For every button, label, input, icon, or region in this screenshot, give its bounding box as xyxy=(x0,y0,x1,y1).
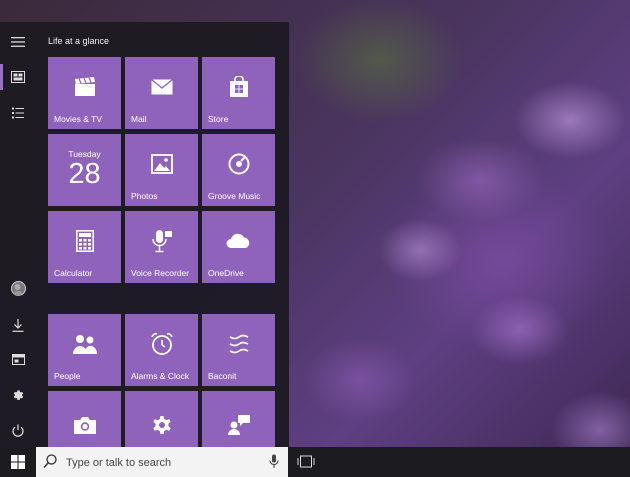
tile-label: Movies & TV xyxy=(54,114,103,124)
downloads-icon[interactable] xyxy=(0,308,36,342)
tile-label: Groove Music xyxy=(208,191,261,201)
settings-gear-icon[interactable] xyxy=(0,378,36,412)
tile-alarms-clock[interactable]: Alarms & Clock xyxy=(125,314,198,386)
microphone-icon[interactable] xyxy=(269,454,279,469)
windows-logo-icon xyxy=(11,455,25,469)
hamburger-menu-icon[interactable] xyxy=(0,25,36,59)
alarm-clock-icon xyxy=(150,333,173,356)
tile-store[interactable]: Store xyxy=(202,57,275,129)
tile-groove-music[interactable]: Groove Music xyxy=(202,134,275,206)
search-input[interactable] xyxy=(64,453,268,473)
tile-people[interactable]: People xyxy=(48,314,121,386)
store-bag-icon xyxy=(229,76,248,98)
photos-icon xyxy=(150,154,173,175)
microphone-icon xyxy=(151,230,172,253)
tile-baconit[interactable]: Baconit xyxy=(202,314,275,386)
calculator-icon xyxy=(75,230,94,253)
tiles-view-icon[interactable] xyxy=(0,60,36,94)
feedback-icon xyxy=(227,414,250,435)
tile-label: Voice Recorder xyxy=(131,268,190,278)
start-button[interactable] xyxy=(0,447,36,477)
cloud-icon xyxy=(226,233,249,249)
tile-onedrive[interactable]: OneDrive xyxy=(202,211,275,283)
start-menu-rail xyxy=(0,22,36,447)
tile-movies-tv[interactable]: Movies & TV xyxy=(48,57,121,129)
mail-icon xyxy=(150,79,173,95)
search-box[interactable] xyxy=(36,447,288,477)
tile-settings[interactable] xyxy=(125,391,198,447)
tile-label: Calculator xyxy=(54,268,93,278)
search-icon xyxy=(43,454,57,469)
gear-icon xyxy=(152,415,171,434)
all-apps-list-icon[interactable] xyxy=(0,96,36,130)
file-explorer-icon[interactable] xyxy=(0,342,36,376)
tile-label: Store xyxy=(208,114,229,124)
start-menu: Life at a glance Movies & TV Mail Store … xyxy=(0,22,289,447)
camera-icon xyxy=(73,416,96,434)
tile-photos[interactable]: Photos xyxy=(125,134,198,206)
tile-feedback[interactable] xyxy=(202,391,275,447)
tile-calendar[interactable]: Tuesday 28 xyxy=(48,134,121,206)
groove-disc-icon xyxy=(228,153,249,175)
calendar-date: 28 xyxy=(68,158,101,190)
tile-label: Alarms & Clock xyxy=(131,371,190,381)
clapperboard-icon xyxy=(74,77,95,97)
tile-calculator[interactable]: Calculator xyxy=(48,211,121,283)
user-avatar[interactable] xyxy=(0,271,36,305)
tile-label: OneDrive xyxy=(208,268,244,278)
tile-label: Photos xyxy=(131,191,158,201)
tile-mail[interactable]: Mail xyxy=(125,57,198,129)
people-icon xyxy=(72,335,97,355)
tile-label: Mail xyxy=(131,114,147,124)
tile-label: Baconit xyxy=(208,371,237,381)
tile-label: People xyxy=(54,371,81,381)
task-view-icon[interactable] xyxy=(297,455,315,468)
taskbar xyxy=(0,447,630,477)
tile-camera[interactable] xyxy=(48,391,121,447)
tile-voice-recorder[interactable]: Voice Recorder xyxy=(125,211,198,283)
power-icon[interactable] xyxy=(0,413,36,447)
tile-group-title: Life at a glance xyxy=(48,36,110,46)
waves-icon xyxy=(229,334,248,354)
